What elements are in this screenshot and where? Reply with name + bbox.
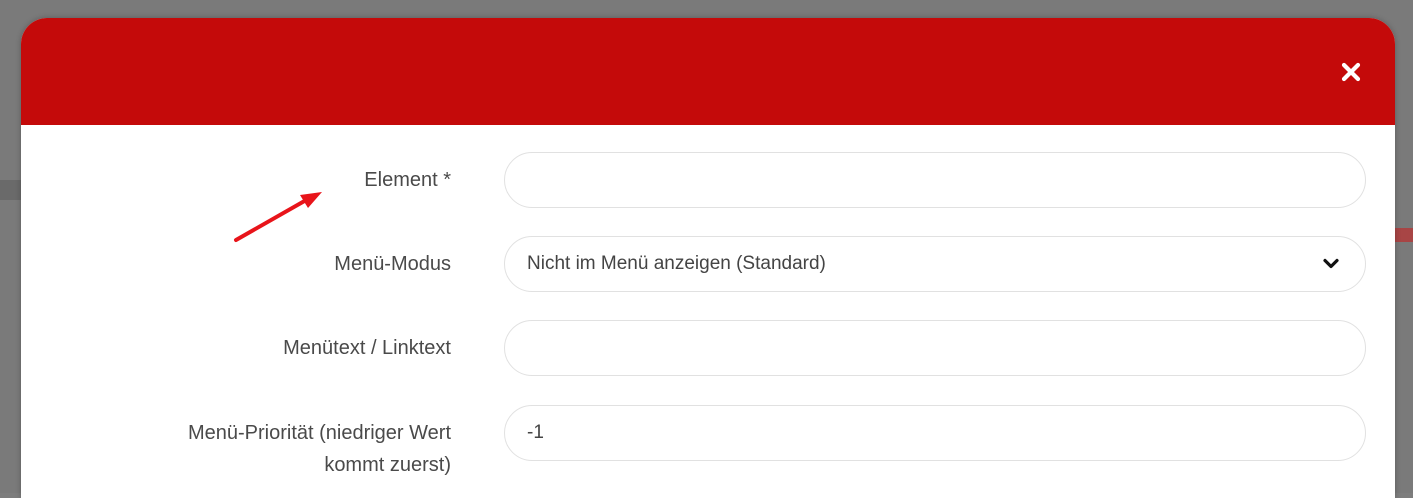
menu-priority-label-line1: Menü-Priorität (niedriger Wert xyxy=(187,422,451,444)
menu-mode-label: Menü-Modus xyxy=(334,253,451,275)
menu-priority-label-line2: kommt zuerst) xyxy=(324,454,451,476)
backdrop-edge xyxy=(0,180,22,200)
close-icon xyxy=(1341,62,1361,82)
menu-text-label: Menütext / Linktext xyxy=(283,337,451,359)
close-button[interactable] xyxy=(1339,60,1363,84)
modal-dialog: Element * Menü-Modus Nicht im Menü anzei… xyxy=(21,18,1395,498)
menu-text-input[interactable] xyxy=(504,320,1366,376)
element-input[interactable] xyxy=(504,152,1366,208)
menu-mode-selected-value: Nicht im Menü anzeigen (Standard) xyxy=(527,253,826,274)
annotation-arrow-icon xyxy=(234,192,322,242)
backdrop-edge-right xyxy=(1395,228,1413,242)
modal-header xyxy=(21,18,1395,125)
menu-priority-input[interactable]: -1 xyxy=(504,405,1366,461)
menu-mode-select[interactable]: Nicht im Menü anzeigen (Standard) xyxy=(504,236,1366,292)
chevron-down-icon xyxy=(1323,258,1339,269)
menu-priority-label: Menü-Priorität (niedriger Wert kommt zue… xyxy=(51,417,451,481)
